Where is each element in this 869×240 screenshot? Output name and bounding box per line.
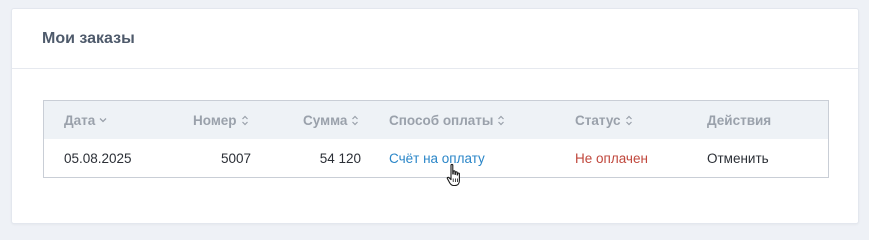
cell-number: 5007 (220, 150, 251, 166)
column-header-number-label: Номер (193, 112, 237, 128)
column-header-actions-label: Действия (707, 112, 772, 128)
column-header-date[interactable]: Дата (64, 101, 107, 139)
orders-table: Дата Номер Сумма Способ оплаты Статус Де… (43, 100, 829, 178)
sort-updown-icon (241, 115, 249, 126)
table-header-row: Дата Номер Сумма Способ оплаты Статус Де… (44, 101, 828, 139)
column-header-status[interactable]: Статус (575, 101, 633, 139)
sort-updown-icon (497, 115, 505, 126)
card-header: Мои заказы (12, 9, 858, 69)
column-header-status-label: Статус (575, 112, 621, 128)
orders-card: Мои заказы Дата Номер Сумма Способ оплат… (11, 8, 859, 224)
status-badge: Не оплачен (575, 150, 648, 166)
hand-pointer-icon (445, 163, 465, 189)
cell-date: 05.08.2025 (64, 150, 132, 166)
column-header-payment-label: Способ оплаты (389, 112, 494, 128)
column-header-number[interactable]: Номер (193, 101, 249, 139)
cell-sum: 54 120 (319, 150, 361, 166)
page-title: Мои заказы (42, 29, 135, 47)
column-header-date-label: Дата (64, 112, 96, 128)
column-header-sum[interactable]: Сумма (303, 101, 359, 139)
cancel-order-button[interactable]: Отменить (707, 139, 769, 177)
sort-updown-icon (625, 115, 633, 126)
column-header-actions: Действия (707, 101, 771, 139)
sort-updown-icon (351, 115, 359, 126)
column-header-sum-label: Сумма (303, 112, 348, 128)
table-row: 05.08.2025 5007 54 120 Счёт на оплату Не… (44, 139, 828, 177)
chevron-down-icon (99, 117, 107, 123)
column-header-payment[interactable]: Способ оплаты (389, 101, 505, 139)
invoice-link[interactable]: Счёт на оплату (389, 139, 485, 177)
